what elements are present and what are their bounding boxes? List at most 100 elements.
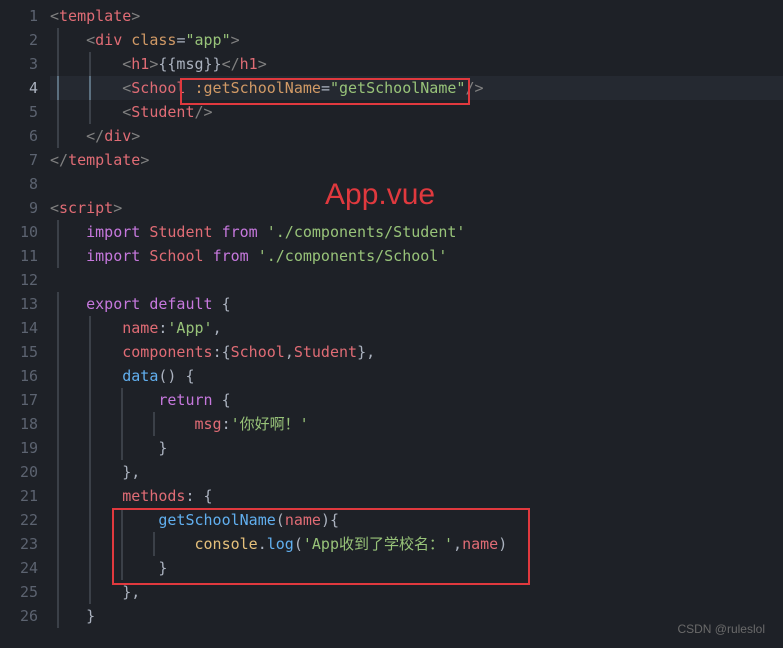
line-number: 14 <box>8 316 38 340</box>
code-token <box>140 247 149 265</box>
line-number: 5 <box>8 100 38 124</box>
indent-guide <box>57 484 59 508</box>
indent-guide <box>57 292 59 316</box>
indent-guide <box>57 436 59 460</box>
code-token <box>140 223 149 241</box>
line-number: 22 <box>8 508 38 532</box>
code-line[interactable]: console.log('App收到了学校名：',name) <box>50 532 783 556</box>
code-token: "app" <box>185 31 230 49</box>
code-token: components <box>122 343 212 361</box>
indent-guide <box>57 124 59 148</box>
code-token: '你好啊！' <box>231 415 309 433</box>
annotation-label: App.vue <box>325 178 435 212</box>
code-token: > <box>140 151 149 169</box>
code-content[interactable]: <template> <div class="app"> <h1>{{msg}}… <box>50 0 783 648</box>
code-token: > <box>131 7 140 25</box>
indent-guide <box>89 76 91 100</box>
code-token: /> <box>195 103 213 121</box>
code-token: < <box>50 7 59 25</box>
code-line[interactable]: data() { <box>50 364 783 388</box>
code-line[interactable]: }, <box>50 580 783 604</box>
line-number: 8 <box>8 172 38 196</box>
indent-guide <box>57 580 59 604</box>
code-line[interactable]: import School from './components/School' <box>50 244 783 268</box>
code-line[interactable]: <School :getSchoolName="getSchoolName"/> <box>50 76 783 100</box>
code-line[interactable]: </template> <box>50 148 783 172</box>
line-number: 7 <box>8 148 38 172</box>
indent-guide <box>89 340 91 364</box>
indent-guide <box>89 532 91 556</box>
code-line[interactable]: msg:'你好啊！' <box>50 412 783 436</box>
code-line[interactable]: } <box>50 436 783 460</box>
code-token: () { <box>158 367 194 385</box>
line-number: 26 <box>8 604 38 628</box>
code-token: = <box>321 79 330 97</box>
code-token: , <box>285 343 294 361</box>
code-line[interactable]: <h1>{{msg}}</h1> <box>50 52 783 76</box>
code-token: </ <box>50 151 68 169</box>
line-number: 20 <box>8 460 38 484</box>
code-line[interactable]: name:'App', <box>50 316 783 340</box>
code-line[interactable] <box>50 268 783 292</box>
code-token: import <box>86 223 140 241</box>
code-token <box>249 247 258 265</box>
code-token: /> <box>465 79 483 97</box>
indent-guide <box>89 100 91 124</box>
code-token: </ <box>222 55 240 73</box>
code-token: : <box>222 415 231 433</box>
line-number: 19 <box>8 436 38 460</box>
code-token: h1 <box>131 55 149 73</box>
watermark: CSDN @ruleslol <box>677 622 765 636</box>
line-number: 15 <box>8 340 38 364</box>
code-token: name <box>122 319 158 337</box>
code-line[interactable]: </div> <box>50 124 783 148</box>
code-line[interactable]: <template> <box>50 4 783 28</box>
code-line[interactable]: components:{School,Student}, <box>50 340 783 364</box>
code-line[interactable]: } <box>50 556 783 580</box>
code-token: export <box>86 295 140 313</box>
code-token: School <box>231 343 285 361</box>
code-token: }, <box>122 463 140 481</box>
line-number: 6 <box>8 124 38 148</box>
code-token: > <box>131 127 140 145</box>
code-token: . <box>258 535 267 553</box>
indent-guide <box>57 76 59 100</box>
indent-guide <box>57 532 59 556</box>
line-number-gutter: 1234567891011121314151617181920212223242… <box>0 0 50 648</box>
indent-guide <box>89 508 91 532</box>
code-token: , <box>213 319 222 337</box>
code-line[interactable]: return { <box>50 388 783 412</box>
code-line[interactable]: import Student from './components/Studen… <box>50 220 783 244</box>
line-number: 11 <box>8 244 38 268</box>
code-line[interactable]: getSchoolName(name){ <box>50 508 783 532</box>
code-line[interactable]: export default { <box>50 292 783 316</box>
code-token <box>213 391 222 409</box>
code-line[interactable]: methods: { <box>50 484 783 508</box>
code-token: ( <box>276 511 285 529</box>
code-line[interactable]: } <box>50 604 783 628</box>
line-number: 3 <box>8 52 38 76</box>
code-token: return <box>158 391 212 409</box>
code-line[interactable]: <div class="app"> <box>50 28 783 52</box>
code-token: class <box>131 31 176 49</box>
code-line[interactable]: <Student/> <box>50 100 783 124</box>
code-token: > <box>113 199 122 217</box>
indent-guide <box>57 220 59 244</box>
code-token: School <box>149 247 203 265</box>
line-number: 10 <box>8 220 38 244</box>
code-token <box>122 31 131 49</box>
code-token: div <box>104 127 131 145</box>
code-token: Student <box>131 103 194 121</box>
code-token: { <box>222 295 231 313</box>
code-line[interactable]: }, <box>50 460 783 484</box>
code-token: name <box>285 511 321 529</box>
code-token: </ <box>86 127 104 145</box>
code-token: ){ <box>321 511 339 529</box>
indent-guide <box>57 244 59 268</box>
code-token: < <box>122 103 131 121</box>
code-token <box>185 79 194 97</box>
indent-guide <box>121 532 123 556</box>
indent-guide <box>57 460 59 484</box>
code-token: > <box>258 55 267 73</box>
code-token <box>258 223 267 241</box>
